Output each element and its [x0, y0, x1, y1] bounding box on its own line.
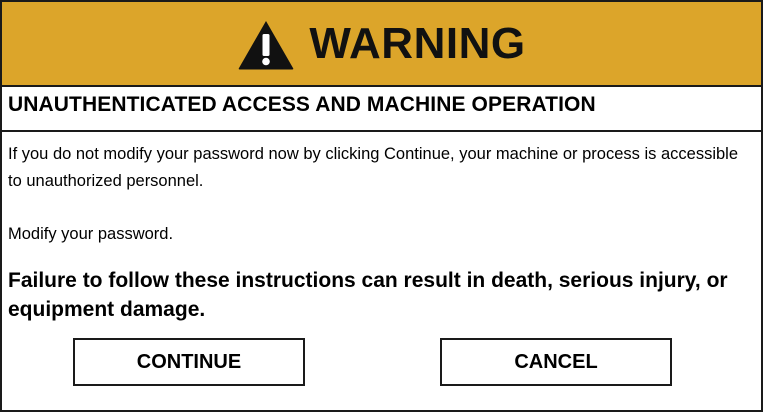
warning-triangle-icon — [239, 20, 294, 69]
instruction-text: Modify your password. — [8, 225, 174, 243]
consequence-text: Failure to follow these instructions can… — [8, 269, 728, 321]
hazard-description: If you do not modify your password now b… — [8, 145, 739, 190]
warning-dialog: WARNING UNAUTHENTICATED ACCESS AND MACHI… — [0, 0, 763, 412]
warning-header: WARNING — [2, 2, 761, 87]
hazard-subtitle: UNAUTHENTICATED ACCESS AND MACHINE OPERA… — [8, 93, 596, 116]
cancel-button[interactable]: CANCEL — [440, 338, 672, 386]
divider — [2, 130, 761, 132]
warning-title: WARNING — [309, 18, 526, 68]
continue-button[interactable]: CONTINUE — [73, 338, 305, 386]
